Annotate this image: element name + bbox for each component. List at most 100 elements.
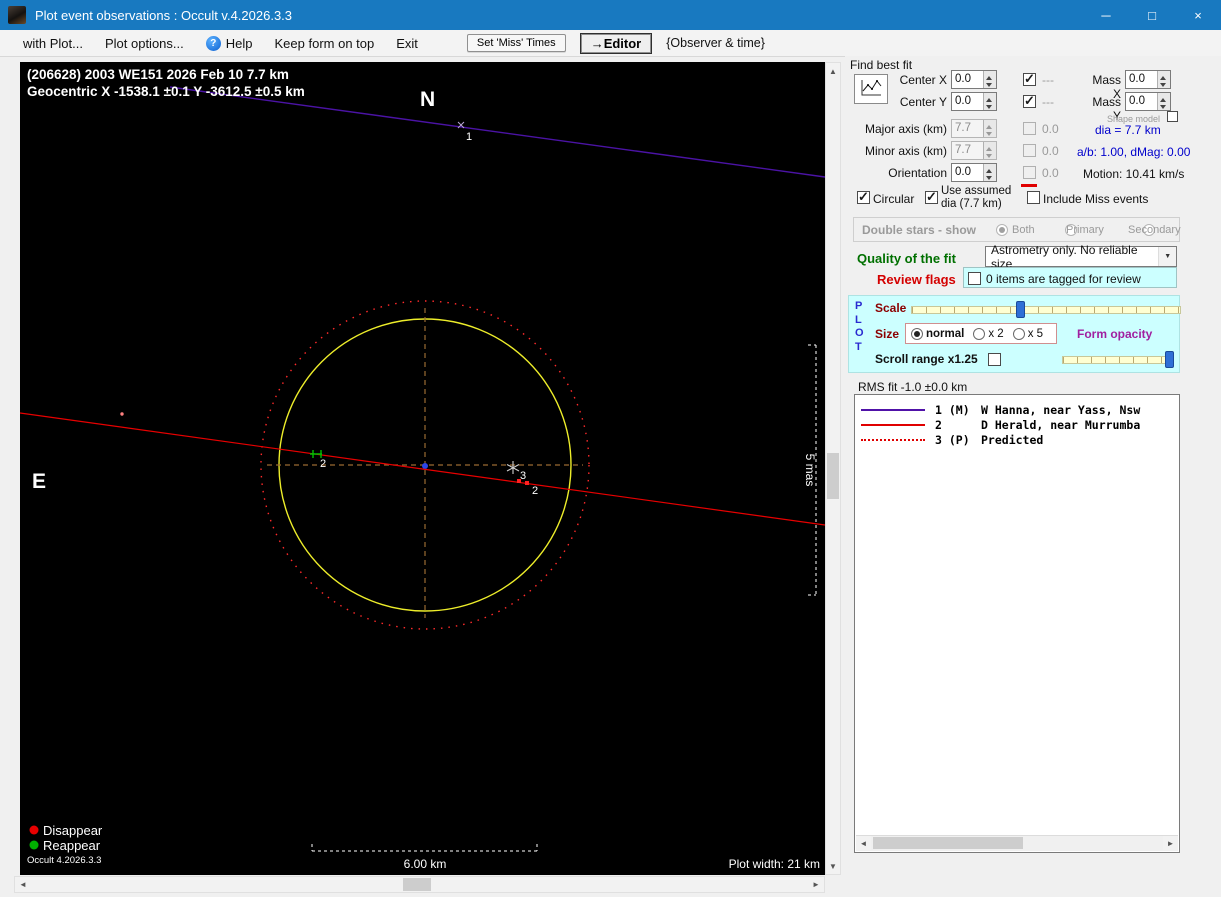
size-x5-radio[interactable]: [1012, 327, 1025, 340]
list-horizontal-scrollbar[interactable]: ◄ ►: [856, 835, 1178, 851]
size-x2-radio[interactable]: [973, 327, 986, 340]
center-x-checkbox[interactable]: [1023, 71, 1036, 87]
mas-scale-label: 5 mas: [803, 454, 817, 487]
opacity-slider-track[interactable]: [1062, 356, 1174, 364]
mass-x-spinner[interactable]: 0.0: [1125, 70, 1171, 89]
use-assumed-dia-checkbox[interactable]: [925, 189, 938, 205]
circular-checkbox[interactable]: [857, 189, 870, 205]
scale-bar-label: 6.00 km: [404, 857, 447, 871]
plot-horizontal-scrollbar[interactable]: ◄ ►: [14, 876, 825, 893]
menu-help-label: Help: [225, 35, 253, 51]
chord-dot: [120, 412, 124, 416]
ab-dmag-info: a/b: 1.00, dMag: 0.00: [1077, 145, 1191, 159]
center-x-spinner[interactable]: 0.0: [951, 70, 997, 89]
quality-label: Quality of the fit: [857, 251, 956, 266]
chord-listbox[interactable]: 1 (M) W Hanna, near Yass, Nsw 2 D Herald…: [854, 394, 1180, 853]
close-icon[interactable]: ×: [1175, 0, 1221, 30]
chord-list-item[interactable]: 1 (M) W Hanna, near Yass, Nsw: [855, 403, 1179, 417]
plot-letter: P: [855, 300, 863, 312]
size-x5-label: x 5: [1027, 327, 1044, 340]
scroll-down-icon[interactable]: ▼: [826, 858, 840, 874]
shape-model-checkbox[interactable]: [1167, 111, 1178, 122]
center-y-label: Center Y: [899, 95, 947, 109]
menu-help[interactable]: ? Help: [195, 35, 264, 51]
center-x-value: 0.0: [955, 73, 971, 85]
mass-y-spinner[interactable]: 0.0: [1125, 92, 1171, 111]
double-both-radio: [996, 224, 1008, 236]
spinner-arrows[interactable]: [983, 164, 996, 181]
set-miss-times-button[interactable]: Set 'Miss' Times: [466, 34, 566, 52]
orientation-checkbox: [1023, 166, 1036, 179]
double-primary-label: Primary: [1066, 224, 1104, 236]
orientation-spinner[interactable]: 0.0: [951, 163, 997, 182]
size-radio-group: normal x 2 x 5: [905, 323, 1057, 344]
menu-keep-form-on-top[interactable]: Keep form on top: [264, 36, 386, 51]
scroll-left-icon[interactable]: ◄: [856, 836, 871, 850]
chord-id: 1 (M): [935, 403, 970, 417]
size-normal-radio[interactable]: [911, 327, 923, 340]
legend-disappear: Disappear: [43, 823, 103, 838]
use-assumed-dia-label: Use assumed dia (7.7 km): [941, 185, 1012, 211]
center-x-dash: ---: [1042, 73, 1054, 87]
scale-slider-thumb[interactable]: [1016, 301, 1025, 318]
spinner-arrows[interactable]: [983, 93, 996, 110]
chord-observer: D Herald, near Murrumba: [981, 418, 1141, 432]
geocentric-coords: Geocentric X -1538.1 ±0.1 Y -3612.5 ±0.5…: [27, 84, 305, 99]
chord-3-swatch: [861, 439, 925, 441]
major-axis-label: Major axis (km): [864, 122, 947, 136]
spinner-arrows[interactable]: [983, 71, 996, 88]
chord-list-item[interactable]: 3 (P) Predicted: [855, 433, 1179, 447]
size-normal-label: normal: [926, 327, 965, 340]
chord-2-swatch: [861, 424, 925, 426]
plot-letter: O: [855, 327, 864, 339]
vertical-scroll-thumb[interactable]: [827, 453, 839, 499]
chevron-down-icon: ▼: [1158, 247, 1176, 266]
scroll-right-icon[interactable]: ►: [1163, 836, 1178, 850]
center-y-checkbox[interactable]: [1023, 93, 1036, 109]
mass-y-value: 0.0: [1129, 95, 1145, 107]
review-flags-box: 0 items are tagged for review: [963, 267, 1177, 288]
editor-button[interactable]: →Editor: [579, 32, 653, 54]
major-axis-checkbox: [1023, 122, 1036, 135]
plot-settings-panel: P L O T Scale Size normal x 2 x 5 Form o…: [848, 295, 1181, 373]
minor-axis-spinner: 7.7: [951, 141, 997, 160]
scroll-range-checkbox[interactable]: [988, 353, 1001, 366]
include-miss-label: Include Miss events: [1043, 192, 1149, 206]
double-secondary-label: Secondary: [1128, 224, 1181, 236]
plot-vertical-scrollbar[interactable]: ▲ ▼: [825, 62, 841, 875]
chord-1-label: 1: [466, 131, 472, 143]
double-both-label: Both: [1012, 224, 1035, 236]
spinner-arrows[interactable]: [1157, 71, 1170, 88]
horizontal-scroll-thumb[interactable]: [403, 878, 431, 891]
menu-plot-options[interactable]: Plot options...: [94, 36, 195, 51]
diameter-info: dia = 7.7 km: [1095, 123, 1161, 137]
minimize-icon[interactable]: ─: [1083, 0, 1129, 30]
plot-canvas[interactable]: 1 2 2 3 N E (206628) 2003 WE151 2026 Feb…: [19, 62, 826, 875]
form-opacity-label[interactable]: Form opacity: [1077, 327, 1152, 341]
include-miss-checkbox[interactable]: [1027, 191, 1040, 204]
chord-list-item[interactable]: 2 D Herald, near Murrumba: [855, 418, 1179, 432]
menu-exit[interactable]: Exit: [385, 36, 429, 51]
scroll-left-icon[interactable]: ◄: [15, 877, 31, 892]
spinner-arrows[interactable]: [1157, 93, 1170, 110]
review-flags-checkbox[interactable]: [968, 272, 981, 285]
quality-combobox[interactable]: Astrometry only. No reliable size ▼: [985, 243, 1177, 271]
list-scroll-thumb[interactable]: [873, 837, 1023, 849]
spinner-arrows: [983, 142, 996, 159]
maximize-icon[interactable]: □: [1129, 0, 1175, 30]
major-axis-aux: 0.0: [1042, 122, 1059, 136]
center-y-spinner[interactable]: 0.0: [951, 92, 997, 111]
scale-slider-track[interactable]: [911, 306, 1181, 314]
scroll-right-icon[interactable]: ►: [808, 877, 824, 892]
menu-with-plot[interactable]: with Plot...: [12, 36, 94, 51]
circular-label: Circular: [873, 192, 915, 206]
review-flags-text: 0 items are tagged for review: [986, 272, 1141, 286]
plot-svg: 1 2 2 3 N E (206628) 2003 WE151 2026 Feb…: [19, 62, 826, 875]
plot-letter: T: [855, 340, 862, 353]
scroll-up-icon[interactable]: ▲: [826, 63, 840, 79]
find-best-fit-title: Find best fit: [850, 58, 913, 72]
scroll-range-label: Scroll range x1.25: [875, 352, 978, 366]
opacity-slider-thumb[interactable]: [1165, 351, 1174, 368]
size-label: Size: [875, 327, 900, 341]
center-dot: [422, 463, 428, 469]
